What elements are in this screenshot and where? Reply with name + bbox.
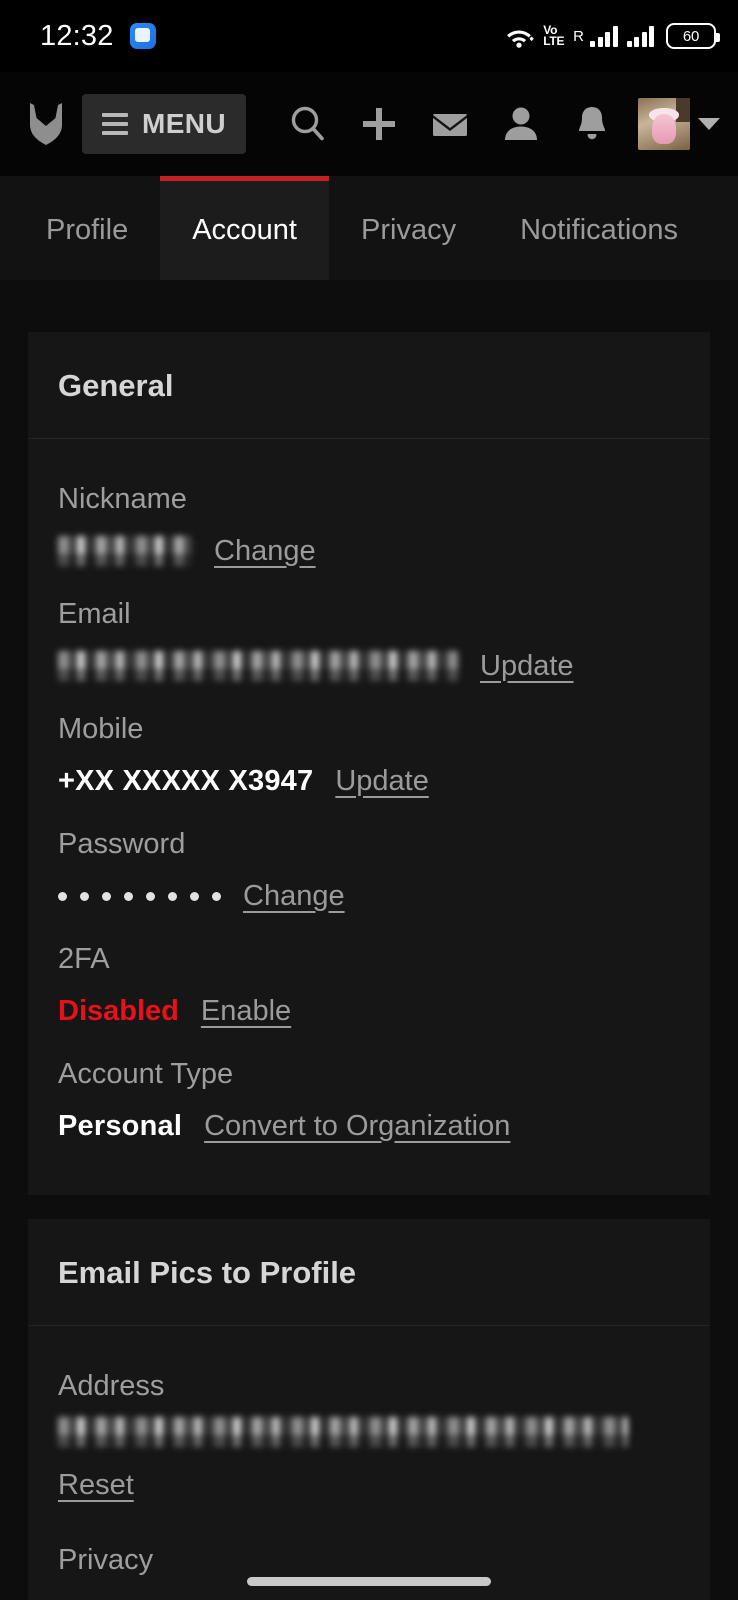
email-update-link[interactable]: Update	[480, 650, 574, 683]
tab-account[interactable]: Account	[160, 176, 329, 280]
wifi-icon	[504, 24, 535, 48]
nickname-label: Nickname	[58, 483, 187, 515]
mobile-value: +XX XXXXX X3947	[58, 764, 314, 797]
general-title: General	[58, 368, 174, 403]
email-pics-section-header: Email Pics to Profile	[28, 1219, 710, 1326]
email-label: Email	[58, 598, 131, 630]
field-mobile: Mobile +XX XXXXX X3947 Update	[58, 699, 680, 814]
mobile-update-link[interactable]: Update	[335, 765, 429, 798]
phone-screen: 12:32 Vo LTE R 60 MENU Profile Account P…	[0, 0, 738, 1600]
nickname-change-link[interactable]: Change	[214, 535, 316, 568]
account-type-label: Account Type	[58, 1058, 234, 1090]
tab-profile[interactable]: Profile	[0, 176, 160, 280]
menu-button[interactable]: MENU	[82, 94, 247, 154]
address-value-redacted	[58, 1417, 628, 1447]
general-section-body: Nickname Change Email Update Mobile +XX …	[28, 439, 710, 1195]
field-nickname: Nickname Change	[58, 469, 680, 584]
email-value-redacted	[58, 651, 458, 681]
mail-icon[interactable]	[423, 97, 477, 151]
field-account-type: Account Type Personal Convert to Organiz…	[58, 1044, 680, 1159]
avatar-menu[interactable]	[638, 98, 724, 150]
address-reset-link[interactable]: Reset	[58, 1469, 134, 1502]
signal-bars-icon-sim1	[590, 25, 618, 47]
person-icon[interactable]	[494, 97, 548, 151]
tab-notifications[interactable]: Notifications	[488, 176, 710, 280]
twofa-enable-link[interactable]: Enable	[201, 995, 291, 1028]
twofa-label: 2FA	[58, 943, 110, 975]
settings-tabbar: Profile Account Privacy Notifications Ac…	[0, 176, 738, 280]
password-label: Password	[58, 828, 186, 860]
app-navbar: MENU	[0, 72, 738, 176]
field-privacy: Privacy	[58, 1514, 680, 1600]
hamburger-icon	[102, 113, 128, 135]
plus-icon[interactable]	[352, 97, 406, 151]
tab-account-label: Account	[192, 214, 297, 246]
volte-icon: Vo LTE	[543, 23, 565, 48]
settings-content: General Nickname Change Email Update Mob…	[0, 280, 738, 1600]
bell-icon[interactable]	[565, 97, 619, 151]
field-email: Email Update	[58, 584, 680, 699]
signal-bars-icon-sim2	[626, 25, 654, 47]
user-avatar[interactable]	[638, 98, 690, 150]
email-pics-title: Email Pics to Profile	[58, 1255, 357, 1290]
general-section: General Nickname Change Email Update Mob…	[28, 332, 710, 1195]
field-2fa: 2FA Disabled Enable	[58, 929, 680, 1044]
battery-icon: 60	[666, 23, 720, 49]
battery-level: 60	[682, 27, 700, 45]
status-bar-left: 12:32	[40, 20, 156, 53]
mobile-label: Mobile	[58, 713, 144, 745]
message-app-icon	[129, 23, 156, 49]
account-type-value: Personal	[58, 1109, 183, 1142]
status-bar: 12:32 Vo LTE R 60	[0, 0, 738, 72]
status-clock: 12:32	[40, 19, 114, 52]
password-masked-value	[58, 881, 221, 911]
navbar-icons	[246, 97, 638, 151]
status-bar-right: Vo LTE R 60	[504, 23, 720, 49]
email-pics-section-body: Address Reset Privacy	[28, 1326, 710, 1600]
home-indicator	[247, 1577, 491, 1586]
field-password: Password Change	[58, 814, 680, 929]
twofa-status-badge: Disabled	[58, 994, 179, 1027]
chevron-down-icon[interactable]	[698, 118, 720, 130]
tab-privacy[interactable]: Privacy	[329, 176, 488, 280]
convert-to-organization-link[interactable]: Convert to Organization	[204, 1110, 510, 1143]
tab-profile-label: Profile	[46, 214, 129, 246]
general-section-header: General	[28, 332, 710, 439]
field-address: Address Reset	[58, 1356, 680, 1514]
tab-privacy-label: Privacy	[361, 214, 457, 246]
privacy-label: Privacy	[58, 1544, 154, 1576]
search-icon[interactable]	[281, 97, 335, 151]
password-change-link[interactable]: Change	[243, 880, 345, 913]
address-label: Address	[58, 1370, 165, 1402]
nickname-value-redacted	[58, 536, 192, 566]
tab-notifications-label: Notifications	[520, 214, 679, 246]
deviantart-logo[interactable]	[18, 98, 74, 150]
menu-button-label: MENU	[142, 108, 227, 139]
tab-activity[interactable]: Activi	[710, 176, 738, 280]
roaming-indicator: R	[573, 27, 584, 45]
email-pics-section: Email Pics to Profile Address Reset Priv…	[28, 1219, 710, 1600]
